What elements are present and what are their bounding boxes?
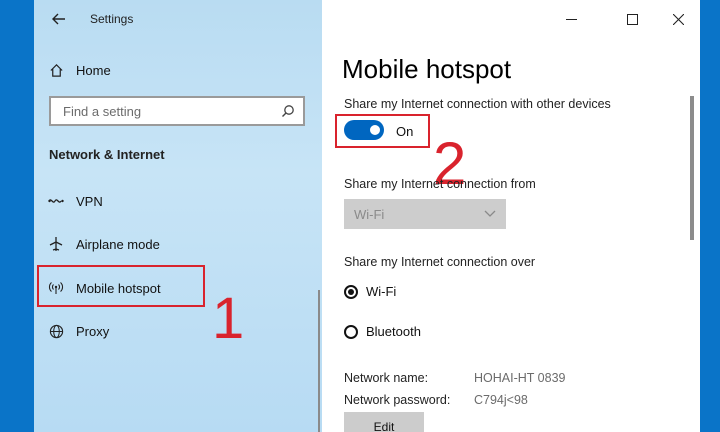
sidebar-item-label: Home	[76, 62, 111, 78]
minimize-icon	[565, 18, 577, 20]
network-name-value: HOHAI-HT 0839	[474, 371, 566, 385]
page-title: Mobile hotspot	[342, 54, 512, 84]
radio-button[interactable]	[344, 324, 358, 339]
maximize-icon	[626, 13, 638, 25]
vpn-icon	[48, 193, 64, 209]
minimize-button[interactable]	[560, 8, 582, 30]
share-from-label: Share my Internet connection from	[344, 177, 536, 191]
sidebar-item-label: VPN	[76, 193, 103, 209]
radio-wifi[interactable]: Wi-Fi	[344, 284, 396, 299]
sidebar-item-home[interactable]: Home	[48, 62, 111, 78]
network-password-value: C794j<98	[474, 393, 528, 407]
search-box[interactable]	[49, 96, 305, 126]
sidebar-item-proxy[interactable]: Proxy	[48, 323, 109, 339]
radio-dot	[348, 288, 354, 295]
app-title: Settings	[90, 12, 134, 26]
sidebar-scrollbar[interactable]	[318, 290, 320, 432]
close-button[interactable]	[667, 8, 689, 30]
maximize-button[interactable]	[621, 8, 643, 30]
settings-window: Settings Home Network & Internet VPN	[34, 0, 700, 432]
radio-label: Bluetooth	[366, 324, 421, 339]
chevron-down-icon	[484, 210, 496, 217]
back-button[interactable]	[48, 8, 70, 30]
sidebar: Settings Home Network & Internet VPN	[34, 0, 322, 432]
share-over-label: Share my Internet connection over	[344, 255, 536, 269]
section-heading: Network & Internet	[49, 147, 165, 162]
radio-bluetooth[interactable]: Bluetooth	[344, 324, 421, 339]
annotation-highlight-1	[37, 265, 205, 307]
globe-icon	[48, 323, 64, 339]
sidebar-item-airplane-mode[interactable]: Airplane mode	[48, 236, 160, 252]
radio-button-selected[interactable]	[344, 284, 358, 299]
search-icon	[282, 105, 294, 117]
dropdown-value: Wi-Fi	[354, 206, 385, 222]
annotation-highlight-2	[335, 114, 430, 148]
search-input[interactable]	[61, 102, 281, 120]
sidebar-item-label: Proxy	[76, 323, 110, 339]
annotation-number-1: 1	[212, 286, 245, 351]
edit-button[interactable]: Edit	[344, 412, 424, 432]
share-from-dropdown[interactable]: Wi-Fi	[344, 199, 506, 229]
sidebar-item-vpn[interactable]: VPN	[48, 193, 103, 209]
airplane-icon	[48, 236, 64, 252]
back-arrow-icon	[52, 13, 65, 25]
radio-label: Wi-Fi	[366, 284, 397, 299]
share-label: Share my Internet connection with other …	[344, 97, 611, 111]
main-content: Mobile hotspot Share my Internet connect…	[322, 0, 700, 432]
content-scrollbar[interactable]	[690, 96, 694, 240]
close-icon	[672, 13, 684, 25]
home-icon	[48, 62, 64, 78]
sidebar-item-label: Airplane mode	[76, 236, 160, 252]
network-password-label: Network password:	[344, 393, 451, 407]
network-name-label: Network name:	[344, 371, 429, 385]
